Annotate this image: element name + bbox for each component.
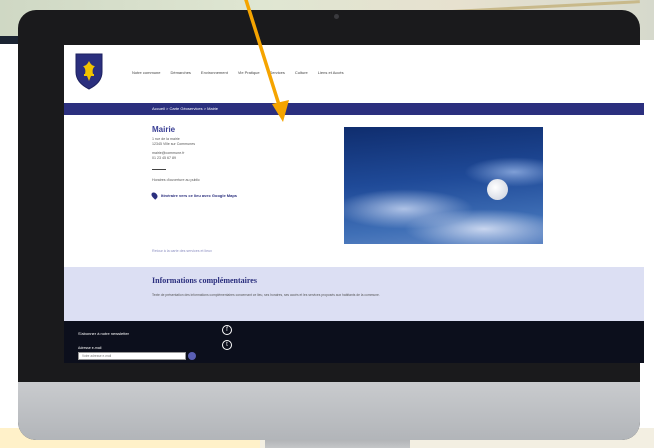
page-title: Mairie [152, 125, 176, 134]
site-footer: S'abonner à notre newsletter Adresse e-m… [64, 321, 644, 363]
twitter-icon[interactable]: t [222, 340, 232, 350]
info-title: Informations complémentaires [152, 276, 257, 285]
camera-dot [334, 14, 339, 19]
map-pin-icon [150, 191, 159, 200]
nav-item[interactable]: Notre commune [132, 70, 160, 75]
monitor-chin [18, 382, 640, 440]
crest-logo-icon[interactable] [74, 52, 104, 90]
info-text: Texte de présentation des informations c… [152, 293, 380, 297]
monitor-frame: Notre commune Démarches Environnement Vi… [18, 10, 644, 440]
phone-text: 01 23 45 67 89 [152, 156, 176, 160]
moon [487, 179, 508, 200]
site-header: Notre commune Démarches Environnement Vi… [64, 45, 644, 103]
breadcrumb[interactable]: Accueil > Carte Géoservices > Mairie [152, 106, 218, 111]
main-nav: Notre commune Démarches Environnement Vi… [132, 70, 344, 75]
newsletter-placeholder: Votre adresse e-mail [82, 354, 112, 358]
info-section: Informations complémentaires Texte de pr… [64, 267, 644, 321]
facebook-icon[interactable]: f [222, 325, 232, 335]
place-details: Mairie 1 rue de la mairie 12345 Ville su… [150, 125, 352, 200]
google-maps-link-label: Itinéraire vers ce lieu avec Google Maps [161, 193, 238, 198]
address-line: 12345 Ville sur Communes [152, 142, 196, 146]
nav-item[interactable]: Liens et Accès [318, 70, 344, 75]
nav-item[interactable]: Vie Pratique [238, 70, 260, 75]
nav-item[interactable]: Environnement [201, 70, 228, 75]
newsletter-title: S'abonner à notre newsletter [78, 331, 130, 336]
breadcrumb-bar: Accueil > Carte Géoservices > Mairie [64, 103, 644, 115]
nav-item[interactable]: Services [270, 70, 285, 75]
divider [152, 169, 166, 170]
newsletter-email-input[interactable]: Votre adresse e-mail [78, 352, 186, 360]
hours-text: Horaires d'ouverture au public [152, 178, 200, 182]
website-screen: Notre commune Démarches Environnement Vi… [64, 45, 644, 363]
nav-item[interactable]: Culture [295, 70, 308, 75]
newsletter-field-label: Adresse e-mail [78, 346, 102, 350]
newsletter-submit-button[interactable] [188, 352, 196, 360]
google-maps-link[interactable]: Itinéraire vers ce lieu avec Google Maps [150, 191, 352, 200]
nav-item[interactable]: Démarches [170, 70, 190, 75]
back-link[interactable]: Retour à la carte des services et lieux [152, 249, 212, 253]
moon-sky-photo [344, 127, 543, 244]
